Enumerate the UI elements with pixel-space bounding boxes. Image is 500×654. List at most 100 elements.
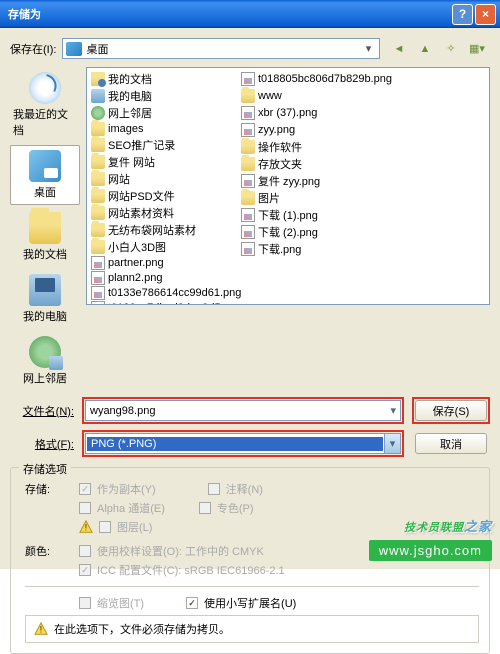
file-item[interactable]: xbr (37).png <box>241 105 392 121</box>
file-name: images <box>108 123 143 135</box>
file-name: xbr (37).png <box>258 107 317 119</box>
file-item[interactable]: www <box>241 88 392 104</box>
file-name: 小白人3D图 <box>108 239 166 255</box>
folder-icon <box>91 189 105 203</box>
file-item[interactable]: 小白人3D图 <box>91 239 241 255</box>
file-item[interactable]: 网站PSD文件 <box>91 188 241 204</box>
folder-icon <box>241 89 255 103</box>
close-button[interactable]: × <box>475 4 496 25</box>
help-button[interactable]: ? <box>452 4 473 25</box>
folder-icon <box>91 172 105 186</box>
png-icon <box>241 225 255 239</box>
file-name: 网站 <box>108 171 130 187</box>
file-item[interactable]: 网站 <box>91 171 241 187</box>
file-item[interactable]: 图片 <box>241 190 392 206</box>
file-name: 网上邻居 <box>108 105 152 121</box>
file-name: plann2.png <box>108 272 162 284</box>
png-icon <box>241 174 255 188</box>
file-item[interactable]: t0133e786614cc99d61.png <box>91 286 241 300</box>
file-name: t0186ec7dbad8dea9d5.png <box>108 302 242 305</box>
file-item[interactable]: 下载 (2).png <box>241 224 392 240</box>
location-select[interactable]: 桌面 ▾ <box>62 38 380 59</box>
up-folder-icon[interactable]: ▲ <box>416 40 434 58</box>
file-item[interactable]: 网上邻居 <box>91 105 241 121</box>
png-icon <box>241 106 255 120</box>
file-item[interactable]: 无纺布袋网站素材 <box>91 222 241 238</box>
file-name: 我的文档 <box>108 71 152 87</box>
layers-label: 图层(L) <box>117 519 152 535</box>
file-item[interactable]: images <box>91 122 241 136</box>
annotations-label: 注释(N) <box>226 481 263 497</box>
icc-checkbox <box>79 564 91 576</box>
comp-icon <box>91 89 105 103</box>
file-item[interactable]: plann2.png <box>91 271 241 285</box>
file-name: SEO推广记录 <box>108 137 175 153</box>
folder-icon <box>91 223 105 237</box>
filename-input[interactable]: wyang98.png ▾ <box>85 400 401 421</box>
cancel-button[interactable]: 取消 <box>415 433 487 454</box>
file-name: 下载.png <box>258 241 301 257</box>
chevron-down-icon: ▾ <box>384 434 400 453</box>
lowercase-ext-checkbox[interactable] <box>186 597 198 609</box>
as-copy-checkbox <box>79 483 91 495</box>
file-item[interactable]: partner.png <box>91 256 241 270</box>
chevron-down-icon: ▾ <box>361 42 376 55</box>
desktop-icon <box>66 42 82 56</box>
file-item[interactable]: SEO推广记录 <box>91 137 241 153</box>
dialog-body: 保存在(I): 桌面 ▾ ◄ ▲ ✧ ▦▾ 我最近的文档桌面我的文档我的电脑网上… <box>0 28 500 569</box>
sidebar-item-desktop[interactable]: 桌面 <box>10 145 80 205</box>
file-name: 我的电脑 <box>108 88 152 104</box>
lowercase-ext-label: 使用小写扩展名(U) <box>204 595 296 611</box>
location-label: 保存在(I): <box>10 41 56 57</box>
places-sidebar: 我最近的文档桌面我的文档我的电脑网上邻居 <box>10 67 80 391</box>
thumbnail-label: 缩览图(T) <box>97 595 144 611</box>
spot-checkbox <box>199 502 211 514</box>
png-icon <box>241 72 255 86</box>
location-value: 桌面 <box>86 41 108 57</box>
folder-icon <box>241 191 255 205</box>
sidebar-item-docs[interactable]: 我的文档 <box>10 207 80 267</box>
folder-icon <box>91 240 105 254</box>
file-item[interactable]: t018805bc806d7b829b.png <box>241 71 392 87</box>
save-button[interactable]: 保存(S) <box>415 400 487 421</box>
warning-icon: ! <box>34 622 48 636</box>
file-item[interactable]: 复件 网站 <box>91 154 241 170</box>
file-list[interactable]: 我的文档我的电脑网上邻居 images SEO推广记录复件 网站网站网站PSD文件网… <box>86 67 490 305</box>
save-options-group: 存储选项 存储: 作为副本(Y) 注释(N) Alpha 通道(E) 专色(P)… <box>10 467 490 654</box>
png-icon <box>91 256 105 270</box>
file-name: 无纺布袋网站素材 <box>108 222 196 238</box>
sidebar-item-network[interactable]: 网上邻居 <box>10 331 80 391</box>
file-item[interactable]: 我的电脑 <box>91 88 241 104</box>
file-item[interactable]: 下载.png <box>241 241 392 257</box>
warning-icon: ! <box>79 520 93 534</box>
views-icon[interactable]: ▦▾ <box>468 40 486 58</box>
sidebar-item-label: 我最近的文档 <box>13 106 77 138</box>
new-folder-icon[interactable]: ✧ <box>442 40 460 58</box>
png-icon <box>91 271 105 285</box>
file-item[interactable]: t0186ec7dbad8dea9d5.png <box>91 301 241 305</box>
docs-icon <box>29 212 61 244</box>
file-item[interactable]: 网站素材资料 <box>91 205 241 221</box>
folder-icon <box>91 122 105 136</box>
file-item[interactable]: 复件 zyy.png <box>241 173 392 189</box>
back-icon[interactable]: ◄ <box>390 40 408 58</box>
thumbnail-checkbox <box>79 597 91 609</box>
sidebar-item-label: 我的文档 <box>23 246 67 262</box>
file-item[interactable]: 操作软件 <box>241 139 392 155</box>
file-item[interactable]: 下载 (1).png <box>241 207 392 223</box>
group-label: 存储选项 <box>19 461 71 477</box>
sidebar-item-recent[interactable]: 我最近的文档 <box>10 67 80 143</box>
net-icon <box>91 106 105 120</box>
spot-label: 专色(P) <box>217 500 254 516</box>
png-icon <box>241 123 255 137</box>
proof-checkbox <box>79 545 91 557</box>
file-item[interactable]: 我的文档 <box>91 71 241 87</box>
file-name: 操作软件 <box>258 139 302 155</box>
sidebar-item-computer[interactable]: 我的电脑 <box>10 269 80 329</box>
window-title: 存储为 <box>4 6 450 22</box>
file-item[interactable]: zyy.png <box>241 122 392 138</box>
file-name: www <box>258 90 282 102</box>
format-select[interactable]: PNG (*.PNG) ▾ <box>85 433 401 454</box>
file-item[interactable]: 存放文夹 <box>241 156 392 172</box>
format-label: 格式(F): <box>10 436 74 452</box>
